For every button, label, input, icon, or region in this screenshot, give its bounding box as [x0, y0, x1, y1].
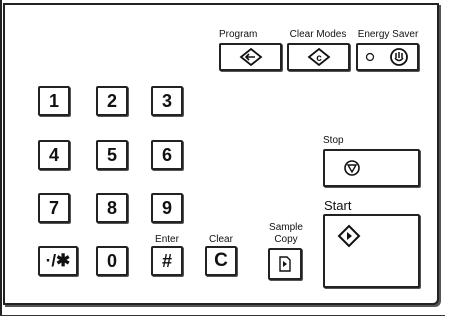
- key-1[interactable]: 1: [38, 86, 70, 116]
- stop-label: Stop: [323, 135, 344, 146]
- left-edge-rail: [0, 0, 2, 316]
- program-button[interactable]: [219, 43, 282, 71]
- enter-label: Enter: [155, 234, 179, 245]
- program-label: Program: [219, 29, 258, 40]
- start-icon: [337, 224, 361, 248]
- stop-icon: [343, 159, 361, 177]
- enter-key[interactable]: #: [151, 246, 183, 276]
- key-0[interactable]: 0: [96, 246, 128, 276]
- key-3[interactable]: 3: [151, 86, 183, 116]
- start-button[interactable]: [323, 214, 420, 288]
- key-7[interactable]: 7: [38, 193, 70, 223]
- energy-saver-label: Energy Saver: [357, 29, 419, 40]
- clear-modes-label: Clear Modes: [289, 29, 347, 40]
- sample-copy-icon: [278, 255, 292, 273]
- energy-saver-icon: [388, 47, 410, 67]
- energy-saver-indicator-icon: [365, 52, 375, 62]
- key-9[interactable]: 9: [151, 193, 183, 223]
- key-8[interactable]: 8: [96, 193, 128, 223]
- key-5[interactable]: 5: [96, 140, 128, 170]
- sample-copy-label-line2: Copy: [274, 234, 298, 245]
- key-dot-star[interactable]: ·/✱: [38, 246, 78, 276]
- sample-copy-label-line1: Sample: [269, 222, 303, 233]
- clear-modes-button[interactable]: c: [287, 43, 350, 71]
- program-icon: [239, 47, 263, 67]
- key-2[interactable]: 2: [96, 86, 128, 116]
- key-4[interactable]: 4: [38, 140, 70, 170]
- bottom-edge-line: [0, 315, 445, 316]
- stop-button[interactable]: [323, 149, 420, 187]
- clear-modes-icon: c: [307, 47, 331, 67]
- energy-saver-button[interactable]: [356, 43, 419, 71]
- clear-button[interactable]: C: [205, 246, 237, 276]
- key-6[interactable]: 6: [151, 140, 183, 170]
- svg-text:c: c: [316, 53, 322, 64]
- start-label: Start: [324, 198, 352, 213]
- sample-copy-button[interactable]: [268, 248, 302, 280]
- clear-label: Clear: [209, 234, 233, 245]
